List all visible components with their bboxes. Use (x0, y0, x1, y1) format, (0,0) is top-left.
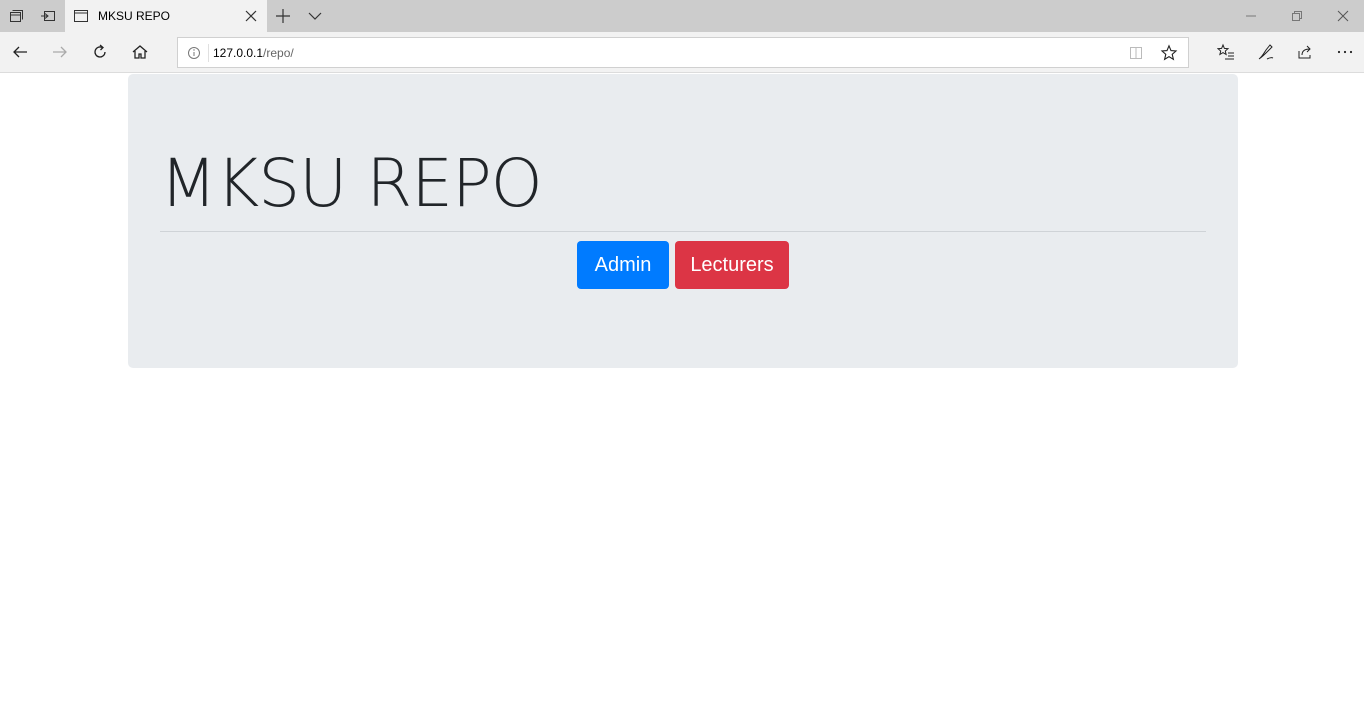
favorites-hub-button[interactable] (1206, 32, 1246, 72)
tab-active[interactable]: MKSU REPO (65, 0, 267, 32)
refresh-icon (94, 44, 106, 58)
browser-toolbar: 127.0.0.1/repo/ (0, 32, 1364, 73)
info-icon[interactable] (186, 45, 202, 61)
divider (160, 231, 1206, 232)
tab-manager-icon[interactable] (0, 0, 32, 32)
page-title: MKSU REPO (160, 145, 543, 222)
home-button[interactable] (120, 32, 160, 72)
plus-icon (276, 9, 290, 23)
tab-list-button[interactable] (299, 0, 331, 32)
url-text[interactable]: 127.0.0.1/repo/ (213, 45, 294, 61)
chevron-down-icon (308, 12, 322, 20)
restore-icon (1292, 11, 1302, 21)
share-button[interactable] (1285, 32, 1325, 72)
back-button[interactable] (0, 32, 40, 72)
new-tab-button[interactable] (267, 0, 299, 32)
star-icon[interactable] (1160, 44, 1178, 62)
ellipsis-icon (1337, 50, 1353, 54)
url-host: 127.0.0.1 (213, 46, 264, 60)
more-button[interactable] (1325, 32, 1364, 72)
forward-button[interactable] (40, 32, 80, 72)
admin-button[interactable]: Admin (577, 241, 669, 289)
book-icon[interactable] (1128, 45, 1144, 61)
url-path: /repo/ (263, 46, 294, 60)
restore-button[interactable] (1274, 0, 1320, 32)
favorites-list-icon (1217, 43, 1234, 60)
minimize-icon (1246, 15, 1256, 17)
lecturers-button[interactable]: Lecturers (675, 241, 789, 289)
back-arrow-icon (13, 46, 27, 58)
close-window-button[interactable] (1320, 0, 1364, 32)
home-icon (132, 45, 148, 59)
close-icon (1337, 10, 1349, 22)
address-separator (208, 44, 209, 62)
tab-title: MKSU REPO (98, 9, 171, 23)
refresh-button[interactable] (80, 32, 120, 72)
forward-arrow-icon (53, 46, 67, 58)
browser-tab-strip: MKSU REPO (0, 0, 1364, 32)
share-icon (1298, 45, 1311, 59)
jumbotron: MKSU REPO Admin Lecturers (128, 74, 1238, 368)
close-icon[interactable] (243, 8, 259, 24)
page-icon (73, 8, 89, 24)
address-bar[interactable]: 127.0.0.1/repo/ (177, 37, 1189, 68)
notes-button[interactable] (1246, 32, 1286, 72)
pen-icon (1258, 44, 1274, 60)
set-aside-tabs-icon[interactable] (32, 0, 64, 32)
minimize-button[interactable] (1228, 0, 1274, 32)
page-content: MKSU REPO Admin Lecturers (0, 73, 1364, 728)
